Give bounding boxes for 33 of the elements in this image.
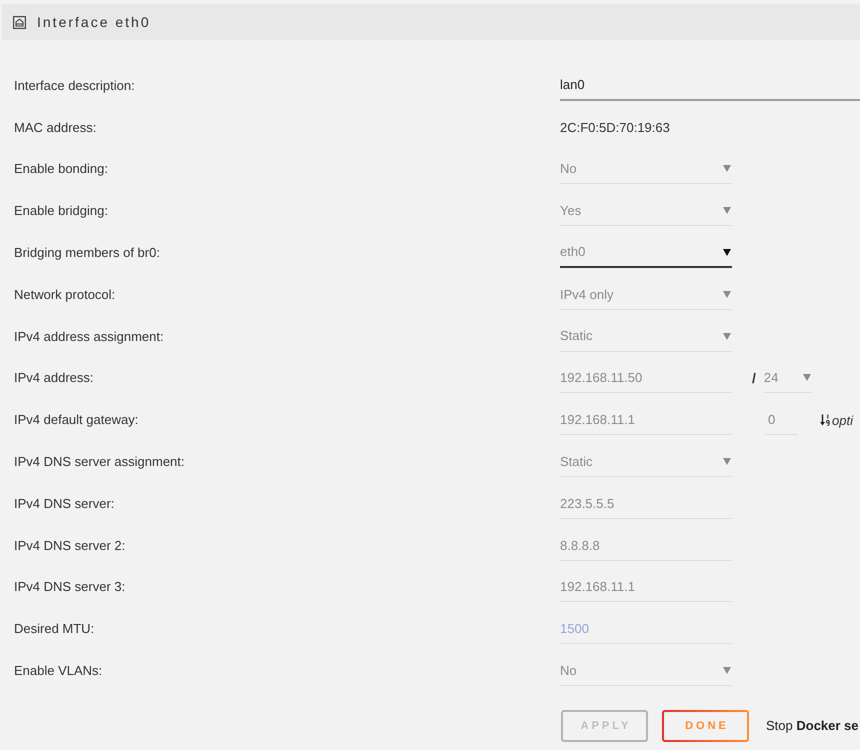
- field-label: IPv4 address:: [14, 370, 94, 386]
- field-label: Enable bonding:: [14, 161, 108, 176]
- field-label: IPv4 default gateway:: [14, 412, 138, 428]
- text-field[interactable]: lan0: [560, 70, 860, 101]
- field-label: Desired MTU:: [14, 621, 94, 636]
- caret-icon: [723, 165, 731, 172]
- caret-icon: [723, 332, 731, 340]
- field-label: IPv4 DNS server:: [14, 496, 114, 511]
- value-text: 2C:F0:5D:70:19:63: [560, 118, 670, 137]
- slash-separator: /: [752, 368, 756, 388]
- field-label: Enable VLANs:: [14, 663, 102, 678]
- caret-icon: [802, 374, 811, 382]
- field-label: MAC address:: [14, 120, 96, 135]
- field-label: Enable bridging:: [14, 203, 108, 218]
- footer-note: Stop Docker se: [766, 717, 859, 736]
- action-button[interactable]: DONE: [662, 710, 749, 742]
- field-label: IPv4 DNS server 2:: [14, 538, 126, 553]
- sort-icon: [820, 414, 830, 426]
- caret-icon: [723, 290, 731, 298]
- panel-title: Interface eth0: [37, 12, 151, 32]
- field-label: IPv4 address assignment:: [14, 328, 164, 344]
- caret-icon: [723, 458, 731, 466]
- caret-icon: [723, 207, 731, 214]
- field-label: IPv4 DNS server 3:: [14, 579, 126, 594]
- field-label: Bridging members of br0:: [14, 245, 160, 260]
- port-icon: [13, 16, 26, 28]
- note-text: opti: [832, 412, 853, 430]
- field-label: Network protocol:: [14, 286, 116, 302]
- caret-icon: [723, 248, 731, 256]
- field-label: Interface description:: [14, 78, 135, 93]
- dropdown[interactable]: eth0: [560, 238, 732, 268]
- caret-icon: [723, 667, 731, 674]
- field-label: IPv4 DNS server assignment:: [14, 454, 185, 470]
